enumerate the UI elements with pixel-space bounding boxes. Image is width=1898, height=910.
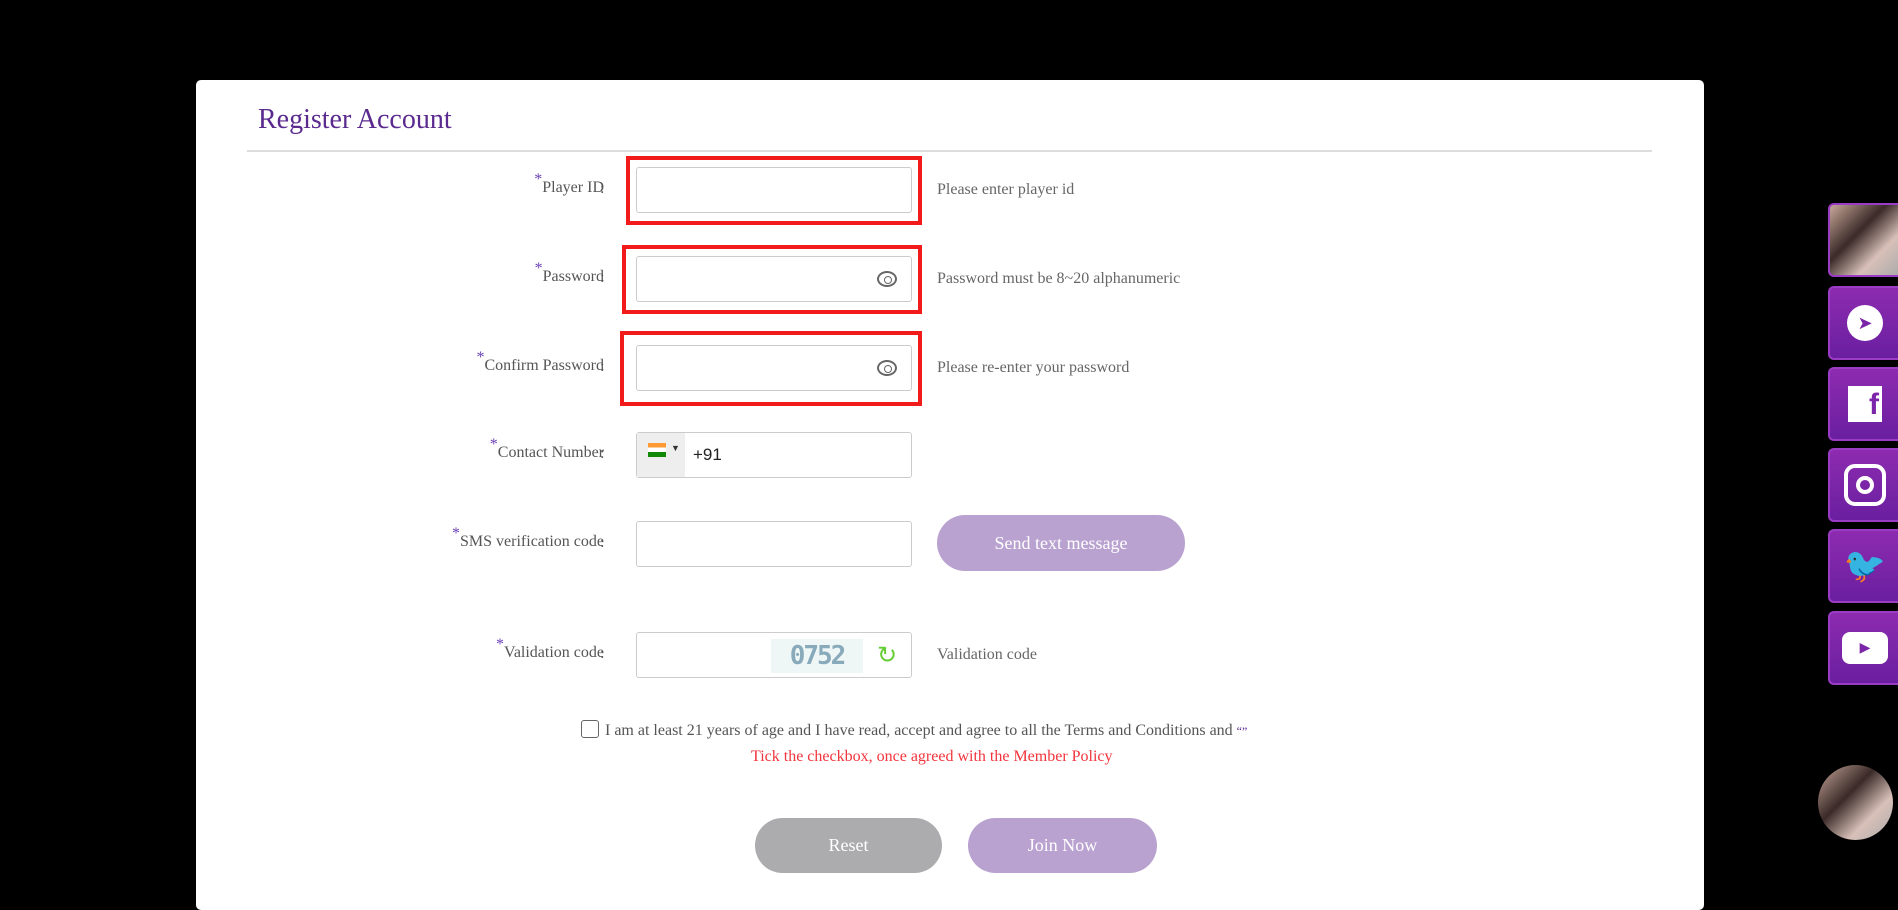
join-now-button[interactable]: Join Now [968,818,1157,873]
player-id-input[interactable] [636,167,912,213]
facebook-icon: f [1848,386,1882,422]
twitter-button[interactable]: 🐦 [1828,529,1898,603]
caret-down-icon: ▼ [671,443,680,453]
eye-icon[interactable] [877,271,897,287]
colon: : [600,180,605,197]
required-marker: * [489,436,498,453]
sms-code-input[interactable] [636,521,912,567]
instagram-button[interactable] [1828,448,1898,522]
agreement-text: I am at least 21 years of age and I have… [605,722,1233,739]
validation-label: Validation code [504,644,604,661]
validation-hint: Validation code [937,646,1037,663]
confirm-password-input[interactable] [636,345,912,391]
register-card: Register Account *Player ID : Please ent… [196,80,1704,910]
youtube-button[interactable]: ▶ [1828,611,1898,685]
required-marker: * [534,260,543,277]
password-label: Password [542,268,604,285]
chat-avatar[interactable] [1818,765,1893,840]
confirm-password-hint: Please re-enter your password [937,359,1130,376]
contact-label: Contact Number [497,444,604,461]
player-id-row: *Player ID : Please enter player id [196,167,1704,213]
password-hint: Password must be 8~20 alphanumeric [937,270,1181,287]
colon: : [600,269,605,286]
colon: : [600,645,605,662]
telegram-icon: ➤ [1847,305,1883,341]
youtube-icon: ▶ [1842,632,1888,664]
sms-row: *SMS verification code : Send text messa… [196,515,1704,571]
country-selector[interactable]: ▼ [637,433,685,477]
required-marker: * [534,171,543,188]
facebook-button[interactable]: f [1828,367,1898,441]
twitter-icon: 🐦 [1843,548,1887,585]
agreement-row: I am at least 21 years of age and I have… [581,720,1247,740]
contact-input[interactable]: ▼ +91 [636,432,912,478]
validation-row: *Validation code : 0752 ↻ Validation cod… [196,632,1704,678]
confirm-password-label: Confirm Password [484,357,604,374]
policy-link[interactable]: “” [1237,724,1248,738]
required-marker: * [496,636,505,653]
required-marker: * [476,349,485,366]
required-marker: * [452,525,461,542]
password-row: *Password : Password must be 8~20 alphan… [196,256,1704,302]
colon: : [600,534,605,551]
divider [247,150,1652,152]
refresh-icon[interactable]: ↻ [877,641,897,670]
validation-code-input[interactable]: 0752 ↻ [636,632,912,678]
send-text-message-button[interactable]: Send text message [937,515,1185,571]
telegram-button[interactable]: ➤ [1828,286,1898,360]
avatar-tile[interactable] [1828,203,1898,277]
reset-button[interactable]: Reset [755,818,942,873]
player-id-hint: Please enter player id [937,181,1075,198]
eye-icon[interactable] [877,360,897,376]
india-flag-icon [648,443,666,457]
page-title: Register Account [258,104,452,135]
captcha-image: 0752 [771,639,863,673]
agreement-checkbox[interactable] [581,720,599,738]
sms-label: SMS verification code [460,533,604,550]
agreement-warning: Tick the checkbox, once agreed with the … [751,748,1113,765]
contact-row: *Contact Number : ▼ +91 [196,432,1704,478]
player-id-label: Player ID [542,179,604,196]
country-code: +91 [693,445,722,464]
password-input[interactable] [636,256,912,302]
colon: : [600,358,605,375]
confirm-password-row: *Confirm Password : Please re-enter your… [196,345,1704,391]
colon: : [600,445,605,462]
instagram-icon [1844,464,1886,506]
